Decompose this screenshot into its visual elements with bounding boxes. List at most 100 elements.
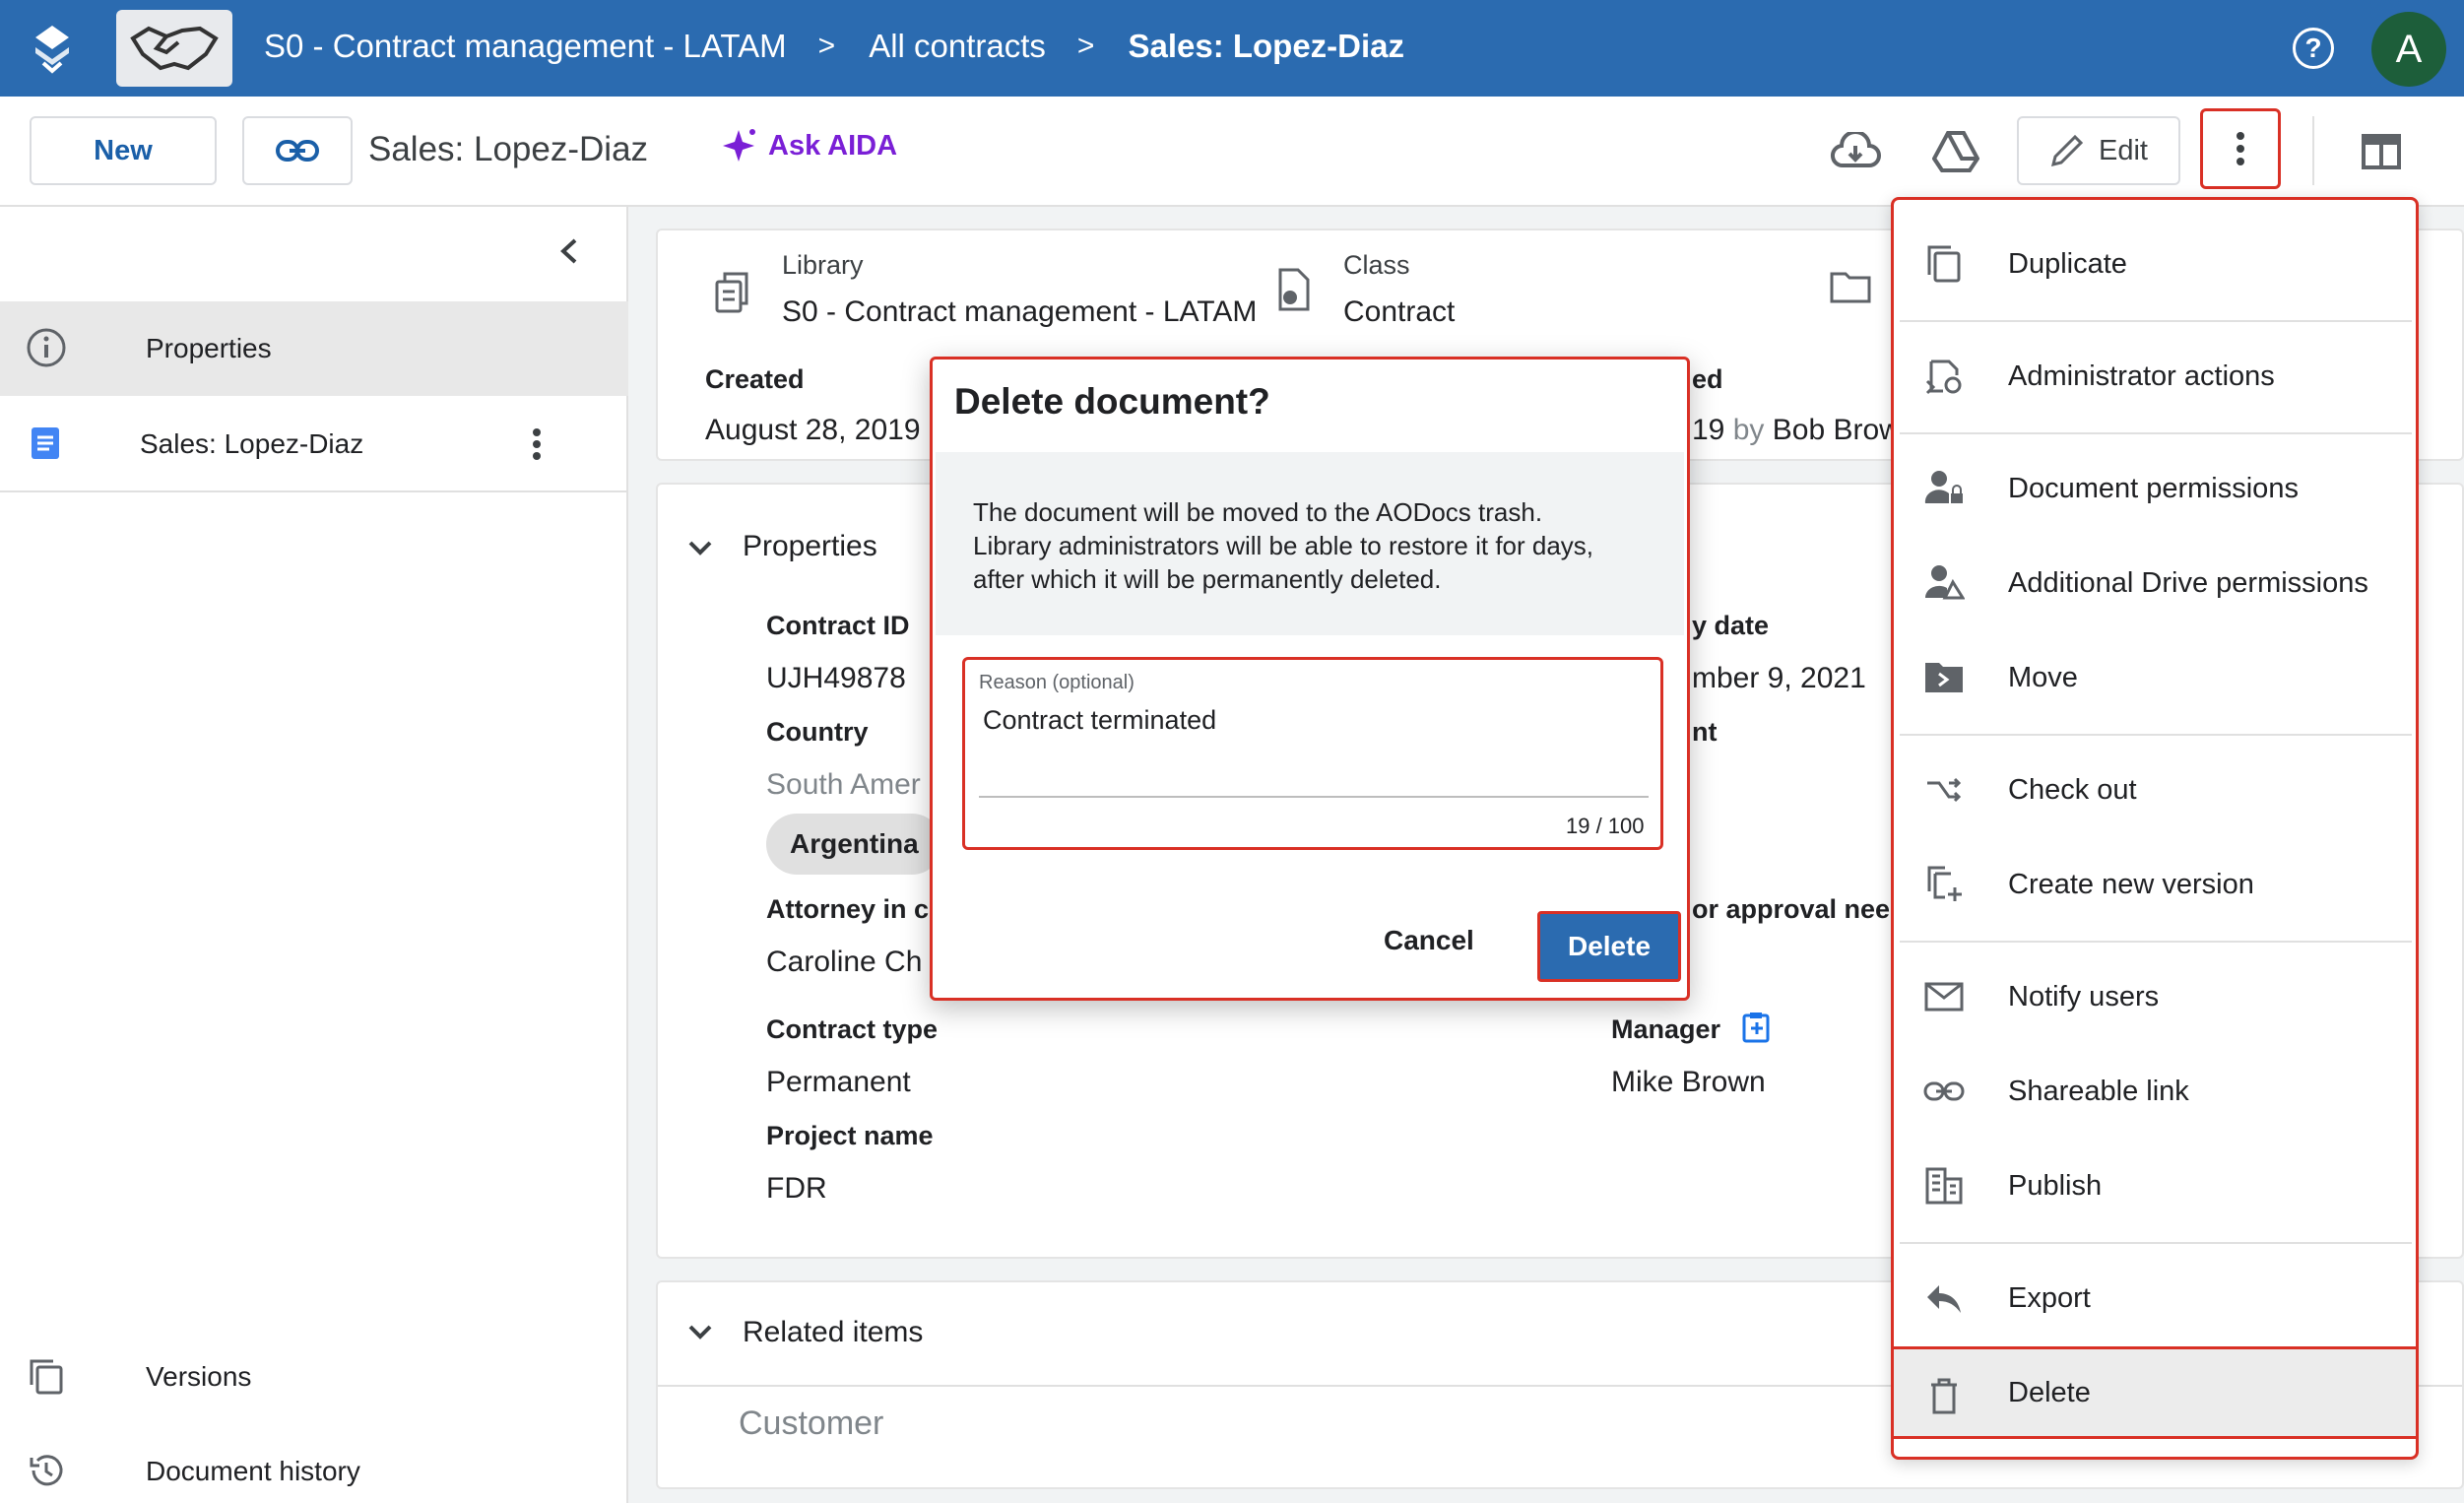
- kebab-menu-icon: [2237, 132, 2244, 165]
- app-logo-icon[interactable]: [30, 24, 75, 75]
- menu-item-label: Check out: [2008, 773, 2137, 806]
- publish-icon: [1923, 1165, 1965, 1207]
- date-label: y date: [1692, 611, 1770, 640]
- cloud-download-icon[interactable]: [1828, 124, 1883, 179]
- help-icon[interactable]: ?: [2293, 28, 2334, 69]
- sidebar-item-label: Versions: [146, 1361, 252, 1392]
- info-icon: [26, 327, 67, 375]
- toolbar-divider: [2312, 116, 2314, 185]
- edit-button[interactable]: Edit: [2017, 116, 2180, 185]
- versions-icon: [26, 1355, 67, 1404]
- contract-id-label: Contract ID: [766, 611, 910, 640]
- library-logo-handshake-icon[interactable]: [116, 10, 232, 87]
- folder-icon[interactable]: [1830, 270, 1871, 308]
- modified-label: ed: [1692, 364, 1723, 394]
- class-label: Class: [1343, 250, 1410, 280]
- menu-item-additional-drive-permissions[interactable]: Additional Drive permissions: [1894, 537, 2416, 629]
- project-name-label: Project name: [766, 1121, 934, 1150]
- reason-label: Reason (optional): [979, 672, 1135, 693]
- dialog-message: The document will be moved to the AODocs…: [936, 452, 1684, 635]
- country-label: Country: [766, 717, 869, 747]
- clipboard-icon[interactable]: [1741, 1011, 1771, 1049]
- new-version-icon: [1923, 864, 1965, 905]
- dialog-message-line: Library administrators will be able to r…: [973, 531, 1594, 560]
- menu-item-label: Delete: [2008, 1376, 2091, 1408]
- menu-item-move[interactable]: Move: [1894, 631, 2416, 724]
- sidebar-item-versions[interactable]: Versions: [0, 1330, 628, 1424]
- approval-label: or approval need: [1692, 894, 1907, 924]
- reason-underline: [979, 796, 1649, 798]
- more-actions-menu: Duplicate Administrator actions Document…: [1891, 197, 2419, 1460]
- menu-item-label: Notify users: [2008, 980, 2160, 1013]
- sidebar-item-label: Properties: [146, 333, 272, 363]
- avatar[interactable]: A: [2371, 12, 2446, 87]
- sidebar-item-document-history[interactable]: Document history: [0, 1424, 628, 1503]
- menu-item-label: Export: [2008, 1281, 2091, 1314]
- menu-item-administrator-actions[interactable]: Administrator actions: [1894, 330, 2416, 423]
- duplicate-icon: [1923, 243, 1965, 285]
- menu-item-check-out[interactable]: Check out: [1894, 744, 2416, 836]
- country-value: South Amer: [766, 768, 921, 801]
- class-value: Contract: [1343, 295, 1456, 328]
- attorney-label: Attorney in cl: [766, 894, 937, 924]
- chevron-down-icon[interactable]: [687, 540, 713, 562]
- person-lock-icon: [1923, 468, 1965, 509]
- export-icon: [1923, 1277, 1965, 1319]
- project-name-value: FDR: [766, 1172, 827, 1205]
- more-actions-button[interactable]: [2200, 108, 2281, 189]
- breadcrumb-separator: >: [817, 30, 836, 62]
- breadcrumb-all-contracts[interactable]: All contracts: [869, 28, 1046, 65]
- library-value[interactable]: S0 - Contract management - LATAM: [782, 295, 1257, 329]
- chevron-down-icon[interactable]: [687, 1324, 713, 1346]
- contract-id-value: UJH49878: [766, 662, 906, 694]
- document-kebab-icon[interactable]: [532, 427, 542, 468]
- layout-toggle-icon[interactable]: [2354, 124, 2409, 179]
- move-folder-icon: [1923, 657, 1965, 698]
- menu-item-document-permissions[interactable]: Document permissions: [1894, 442, 2416, 535]
- manager-value: Mike Brown: [1611, 1066, 1766, 1098]
- dialog-title: Delete document?: [954, 381, 1270, 422]
- link-icon: [1923, 1071, 1965, 1112]
- menu-item-delete[interactable]: Delete: [1894, 1346, 2416, 1439]
- breadcrumb-library[interactable]: S0 - Contract management - LATAM: [264, 28, 787, 65]
- ask-aida-button[interactable]: Ask AIDA: [719, 126, 897, 165]
- breadcrumb: S0 - Contract management - LATAM > All c…: [264, 28, 1404, 65]
- sidebar-item-document[interactable]: Sales: Lopez-Diaz: [0, 398, 628, 492]
- created-label: Created: [705, 364, 805, 394]
- check-out-icon: [1923, 769, 1965, 811]
- new-button[interactable]: New: [30, 116, 217, 185]
- reason-value[interactable]: Contract terminated: [983, 705, 1216, 736]
- breadcrumb-current: Sales: Lopez-Diaz: [1128, 28, 1405, 64]
- menu-item-duplicate[interactable]: Duplicate: [1894, 218, 2416, 310]
- character-counter: 19 / 100: [1566, 814, 1645, 838]
- sidebar-item-label: Sales: Lopez-Diaz: [140, 428, 364, 459]
- confirm-delete-button[interactable]: Delete: [1537, 911, 1681, 982]
- drive-icon[interactable]: [1928, 124, 1983, 179]
- menu-item-notify-users[interactable]: Notify users: [1894, 950, 2416, 1043]
- menu-item-shareable-link[interactable]: Shareable link: [1894, 1045, 2416, 1138]
- menu-item-create-new-version[interactable]: Create new version: [1894, 838, 2416, 931]
- reason-textarea[interactable]: Reason (optional) Contract terminated 19…: [962, 657, 1663, 850]
- menu-divider: [1900, 941, 2412, 943]
- sidebar-item-properties[interactable]: Properties: [0, 301, 628, 396]
- copy-link-button[interactable]: [242, 116, 353, 185]
- menu-item-publish[interactable]: Publish: [1894, 1140, 2416, 1232]
- cancel-button[interactable]: Cancel: [1384, 925, 1474, 956]
- menu-item-export[interactable]: Export: [1894, 1252, 2416, 1344]
- collapse-sidebar-chevron-icon[interactable]: [557, 236, 579, 271]
- dialog-message-line: The document will be moved to the AODocs…: [973, 497, 1543, 527]
- link-icon: [276, 140, 319, 162]
- library-label: Library: [782, 250, 864, 280]
- edit-label: Edit: [2099, 134, 2148, 166]
- admin-actions-icon: [1923, 356, 1965, 397]
- manager-label: Manager: [1611, 1014, 1721, 1044]
- toolbar: New Sales: Lopez-Diaz Ask AIDA Edit: [0, 97, 2464, 207]
- delete-document-dialog: Delete document? The document will be mo…: [930, 357, 1690, 1001]
- person-drive-icon: [1923, 562, 1966, 604]
- library-icon: [713, 268, 752, 320]
- breadcrumb-separator: >: [1076, 30, 1095, 62]
- menu-item-label: Additional Drive permissions: [2008, 566, 2368, 599]
- sparkle-icon: [723, 129, 755, 162]
- related-items-title: Related items: [743, 1316, 924, 1348]
- contract-type-label: Contract type: [766, 1014, 939, 1044]
